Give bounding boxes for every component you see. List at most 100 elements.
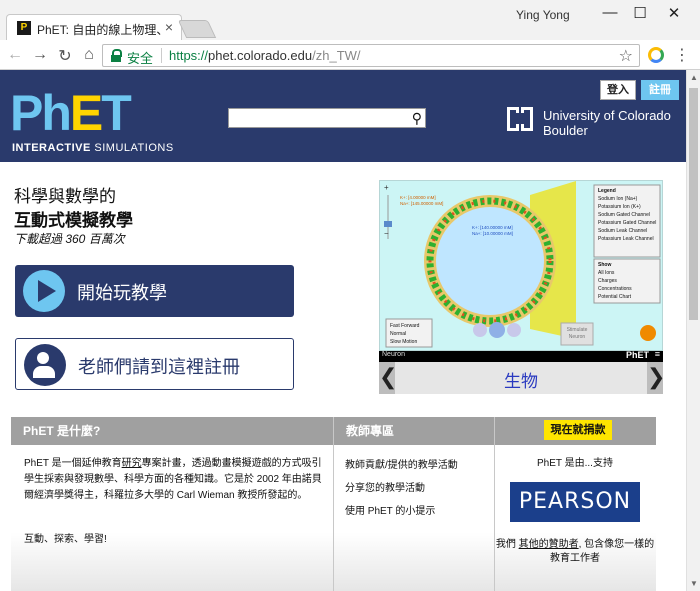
browser-menu-icon[interactable]: ⋮ xyxy=(674,45,690,65)
back-icon[interactable]: ← xyxy=(6,46,24,64)
university-line1: University of Colorado xyxy=(543,108,671,123)
home-icon[interactable]: ⌂ xyxy=(80,46,98,64)
carousel-next-icon[interactable]: ❯ xyxy=(647,362,665,394)
teacher-register-button[interactable]: 老師們請到這裡註冊 xyxy=(15,338,294,390)
play-icon xyxy=(23,270,65,312)
about-panel-title: PhET 是什麼? xyxy=(11,417,333,445)
profile-name[interactable]: Ying Yong xyxy=(516,8,570,22)
download-count: 下載超過 360 百萬次 xyxy=(14,232,125,246)
legend-panel: Legend Sodium Ion (Na+) Potassium Ion (K… xyxy=(598,187,656,243)
outside-concentration: K+: [4.00000 mM] Na+: [145.00000 mM] xyxy=(400,195,443,207)
simulation-brand: PhET xyxy=(625,350,649,360)
logo-t-text: T xyxy=(101,85,132,141)
show-checkbox[interactable]: Charges xyxy=(598,277,632,285)
url-text[interactable]: https://phet.colorado.edu/zh_TW/ xyxy=(169,48,361,63)
legend-item: Sodium Gated Channel xyxy=(598,212,650,218)
web-page: PhET INTERACTIVE SIMULATIONS ⚲ 登入 註冊 Uni… xyxy=(0,70,686,591)
search-input[interactable]: ⚲ xyxy=(228,108,426,128)
outside-na: Na+: [145.00000 mM] xyxy=(400,201,444,206)
show-title: Show xyxy=(598,262,612,268)
url-scheme: https:// xyxy=(169,48,209,63)
stimulate-neuron-button[interactable]: Stimulate Neuron xyxy=(561,327,593,341)
speed-radio[interactable]: Slow Motion xyxy=(390,338,419,346)
legend-item: Sodium Leak Channel xyxy=(598,228,648,234)
legend-item: Potassium Leak Channel xyxy=(598,236,654,242)
show-checkbox[interactable]: All Ions xyxy=(598,269,632,277)
hero-line2: 互動式模擬教學 xyxy=(14,211,133,230)
about-text-pre: PhET 是一個延伸教育 xyxy=(24,458,122,469)
inside-concentration: K+: [140.00000 mM] Na+: [10.00000 mM] xyxy=(472,225,513,237)
legend-item: Potassium Ion (K+) xyxy=(598,204,641,210)
url-path: /zh_TW/ xyxy=(312,48,361,63)
teacher-activities-link[interactable]: 教師貢獻/提供的教學活動 xyxy=(345,456,458,471)
thanks-pre: 我們 xyxy=(495,539,519,550)
phet-logo[interactable]: PhET xyxy=(10,84,132,142)
simulation-name: Neuron xyxy=(382,351,405,358)
about-tagline: 互動、探索、學習! xyxy=(24,534,107,545)
page-scrollbar[interactable]: ▲ ▼ xyxy=(686,70,700,591)
scrollbar-thumb[interactable] xyxy=(689,88,698,320)
zoom-out-icon[interactable]: − xyxy=(384,229,389,238)
teacher-icon xyxy=(24,344,66,386)
lock-icon xyxy=(111,49,122,62)
logo-subtitle: INTERACTIVE SIMULATIONS xyxy=(12,142,174,154)
donate-button[interactable]: 現在就捐款 xyxy=(544,420,612,440)
teachers-panel-title: 教師專區 xyxy=(334,417,494,445)
logo-ph-text: Ph xyxy=(10,85,72,141)
site-header: PhET INTERACTIVE SIMULATIONS ⚲ 登入 註冊 Uni… xyxy=(0,70,686,162)
play-button-label: 開始玩教學 xyxy=(77,283,167,303)
hero-line1: 科學與數學的 xyxy=(14,187,116,206)
support-text: PhET 是由...支持 xyxy=(537,458,613,469)
carousel-category[interactable]: 生物 xyxy=(379,367,663,392)
sponsors-text: 我們 其他的贊助者, 包含像您一樣的教育工作者 xyxy=(495,538,655,566)
logo-sub-bold: INTERACTIVE xyxy=(12,142,91,154)
chrome-extension-icon[interactable] xyxy=(648,47,664,63)
address-bar[interactable]: 安全 https://phet.colorado.edu/zh_TW/ ☆ xyxy=(102,44,640,67)
legend-title: Legend xyxy=(598,188,616,194)
university-name[interactable]: University of Colorado Boulder xyxy=(543,108,671,138)
tab-close-icon[interactable]: × xyxy=(165,19,173,35)
teacher-button-label: 老師們請到這裡註冊 xyxy=(78,357,240,377)
cu-logo-icon[interactable] xyxy=(504,104,536,134)
scroll-down-icon[interactable]: ▼ xyxy=(690,579,698,588)
login-button[interactable]: 登入 xyxy=(600,80,636,100)
minimize-icon[interactable]: — xyxy=(600,4,620,21)
logo-e-text: E xyxy=(69,85,103,141)
browser-chrome: P PhET: 自由的線上物理、化 × Ying Yong — ☐ ✕ ← → … xyxy=(0,0,700,70)
show-checkbox[interactable]: Concentrations xyxy=(598,285,632,293)
simulation-preview[interactable]: + − K+: [4.00000 mM] Na+: [145.00000 mM] … xyxy=(379,180,663,351)
bookmark-star-icon[interactable]: ☆ xyxy=(619,46,633,66)
tab-title: PhET: 自由的線上物理、化 xyxy=(37,23,162,37)
speed-radio[interactable]: Fast Forward xyxy=(390,322,419,330)
share-activities-link[interactable]: 分享您的教學活動 xyxy=(345,479,425,494)
legend-item: Sodium Ion (Na+) xyxy=(598,196,638,202)
new-tab-button[interactable] xyxy=(177,20,217,38)
address-separator xyxy=(161,48,162,63)
register-button[interactable]: 註冊 xyxy=(641,80,679,100)
speed-radio[interactable]: Normal xyxy=(390,330,419,338)
category-carousel: ❮ 生物 ❯ xyxy=(379,362,665,394)
simulation-menu-icon: ≡ xyxy=(654,349,660,359)
about-text: PhET 是一個延伸教育研究專案計畫，透過動畫模擬遊戲的方式吸引學生採索與發現數… xyxy=(24,456,324,504)
window-close-icon[interactable]: ✕ xyxy=(664,4,684,22)
university-line2: Boulder xyxy=(543,123,588,138)
research-link[interactable]: 研究 xyxy=(122,458,142,469)
maximize-icon[interactable]: ☐ xyxy=(630,4,650,22)
panel-divider xyxy=(333,417,334,591)
phet-favicon-icon: P xyxy=(17,21,31,35)
logo-sub-rest: SIMULATIONS xyxy=(90,142,174,154)
pearson-logo[interactable]: PEARSON xyxy=(510,482,640,522)
play-simulations-button[interactable]: 開始玩教學 xyxy=(15,265,294,317)
simulation-footer: Neuron PhET ≡ xyxy=(379,349,663,362)
browser-tab[interactable]: P PhET: 自由的線上物理、化 × xyxy=(6,14,182,40)
scroll-up-icon[interactable]: ▲ xyxy=(690,73,698,82)
forward-icon[interactable]: → xyxy=(31,46,49,64)
zoom-in-icon[interactable]: + xyxy=(384,183,389,192)
other-sponsors-link[interactable]: 其他的贊助者 xyxy=(519,539,579,550)
show-checkbox[interactable]: Potential Chart xyxy=(598,293,632,301)
reload-icon[interactable]: ↻ xyxy=(56,46,74,66)
secure-label: 安全 xyxy=(127,51,154,66)
speed-controls: Fast Forward Normal Slow Motion xyxy=(390,322,419,346)
search-icon[interactable]: ⚲ xyxy=(412,110,422,127)
phet-tips-link[interactable]: 使用 PhET 的小提示 xyxy=(345,502,435,517)
